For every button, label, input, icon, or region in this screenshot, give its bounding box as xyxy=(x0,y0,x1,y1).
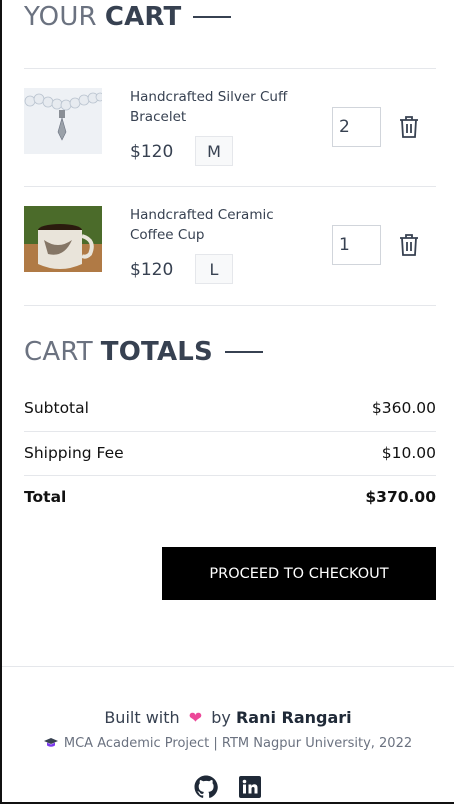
cart-title: YOUR CART xyxy=(24,2,232,32)
mug-photo[interactable] xyxy=(24,206,102,272)
total-label: Total xyxy=(24,488,67,506)
item-name[interactable]: Handcrafted Silver Cuff Bracelet xyxy=(130,87,320,127)
item-name[interactable]: Handcrafted Ceramic Coffee Cup xyxy=(130,205,320,245)
author-name: Rani Rangari xyxy=(235,708,352,727)
totals-title: CART TOTALS xyxy=(24,337,263,367)
cart-title-light: YOUR xyxy=(24,2,97,32)
built-prefix: Built with xyxy=(104,708,180,727)
subtotal-row: Subtotal $360.00 xyxy=(24,397,436,419)
total-row: Total $370.00 xyxy=(24,486,436,508)
bracelet-photo[interactable] xyxy=(24,88,102,154)
linkedin-icon[interactable] xyxy=(238,775,262,799)
size-badge: L xyxy=(195,254,233,284)
totals-title-bold: TOTALS xyxy=(100,337,213,367)
github-icon[interactable] xyxy=(194,775,218,799)
built-by: by xyxy=(211,708,231,727)
shipping-value: $10.00 xyxy=(381,444,436,462)
total-value: $370.00 xyxy=(365,488,436,506)
academic-text: MCA Academic Project | RTM Nagpur Univer… xyxy=(63,736,413,751)
totals-title-light: CART xyxy=(24,337,93,367)
divider xyxy=(24,475,436,476)
checkout-button[interactable]: PROCEED TO CHECKOUT xyxy=(162,547,436,600)
title-rule xyxy=(224,351,263,353)
built-with-text: Built with ❤ by Rani Rangari xyxy=(2,708,454,727)
divider xyxy=(24,305,436,306)
subtotal-value: $360.00 xyxy=(371,399,436,417)
subtotal-label: Subtotal xyxy=(24,399,89,417)
shipping-label: Shipping Fee xyxy=(24,444,124,462)
trash-icon[interactable] xyxy=(398,233,420,257)
title-rule xyxy=(193,16,232,18)
quantity-input[interactable] xyxy=(332,225,381,265)
graduation-cap-icon xyxy=(43,737,58,753)
footer-divider xyxy=(2,666,454,667)
divider xyxy=(24,431,436,432)
cart-item: Handcrafted Silver Cuff Bracelet $120 M xyxy=(24,69,436,187)
heart-icon: ❤ xyxy=(188,708,203,727)
cart-item: Handcrafted Ceramic Coffee Cup $120 L xyxy=(24,187,436,305)
size-badge: M xyxy=(195,136,233,166)
shipping-row: Shipping Fee $10.00 xyxy=(24,442,436,464)
item-price: $120 xyxy=(130,142,174,162)
item-price: $120 xyxy=(130,260,174,280)
social-links xyxy=(2,775,454,799)
cart-page: YOUR CART Handcrafted Silver Cuff Bracel… xyxy=(2,0,454,802)
academic-note: MCA Academic Project | RTM Nagpur Univer… xyxy=(2,736,454,753)
trash-icon[interactable] xyxy=(398,115,420,139)
quantity-input[interactable] xyxy=(332,107,381,147)
cart-title-bold: CART xyxy=(104,2,182,32)
